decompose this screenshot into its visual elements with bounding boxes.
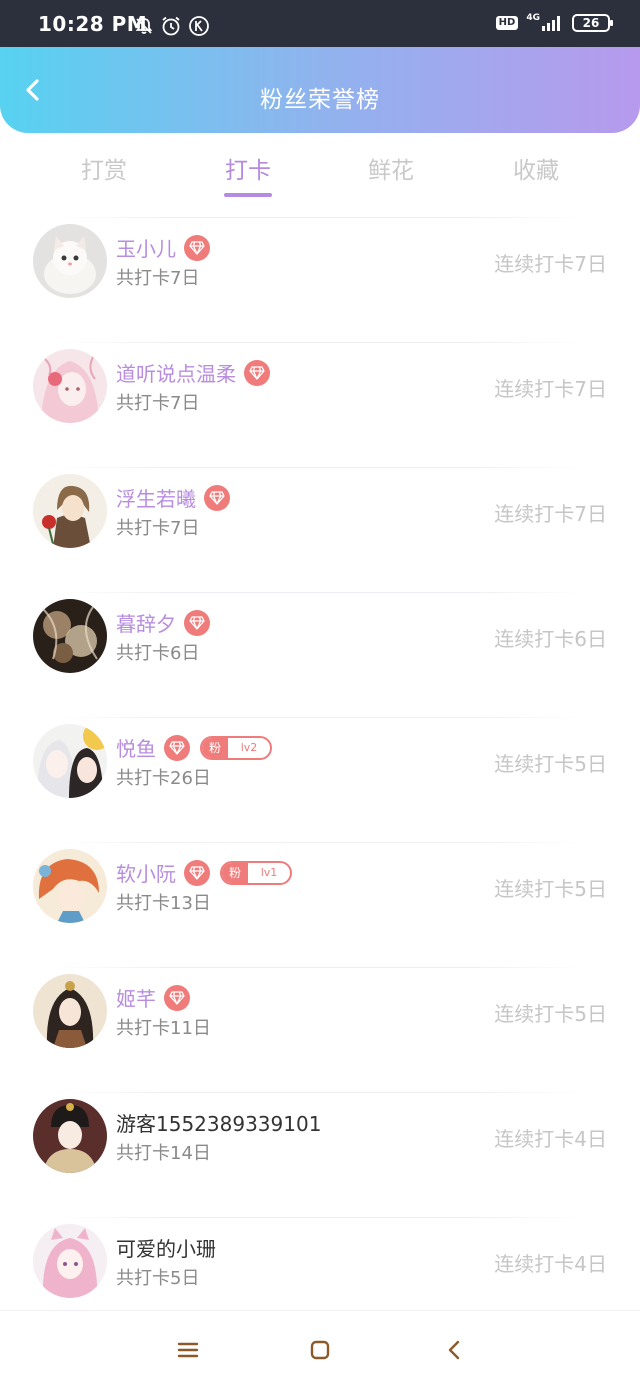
tab-bar: 打赏 打卡 鲜花 收藏	[0, 133, 640, 203]
diamond-icon	[164, 984, 190, 1011]
name-row: 悦鱼 粉 lv2	[116, 733, 272, 762]
streak-checkin: 连续打卡7日	[494, 502, 607, 526]
user-name: 悦鱼	[116, 737, 156, 761]
tab-reward[interactable]: 打赏	[44, 151, 164, 185]
tab-flowers[interactable]: 鲜花	[331, 151, 451, 185]
tab-checkin[interactable]: 打卡	[188, 151, 308, 185]
divider	[60, 467, 580, 468]
user-name: 姬芊	[116, 987, 156, 1011]
total-checkin: 共打卡13日	[116, 893, 211, 914]
total-checkin: 共打卡14日	[116, 1143, 211, 1164]
bell-off-icon	[135, 18, 153, 34]
total-checkin: 共打卡11日	[116, 1018, 211, 1039]
streak-checkin: 连续打卡5日	[494, 877, 607, 901]
total-checkin: 共打卡26日	[116, 768, 211, 789]
streak-checkin: 连续打卡4日	[494, 1127, 607, 1151]
battery-icon: 26	[572, 14, 613, 32]
streak-checkin: 连续打卡7日	[494, 377, 607, 401]
diamond-icon	[244, 359, 270, 386]
system-nav-bar	[0, 1310, 640, 1387]
name-row: 暮辞夕	[116, 608, 210, 637]
avatar[interactable]	[33, 724, 107, 798]
diamond-icon	[204, 484, 230, 511]
fan-badge-level: lv1	[260, 865, 278, 879]
total-checkin: 共打卡7日	[116, 518, 200, 539]
status-time: 10:28 PM	[38, 12, 148, 36]
streak-checkin: 连续打卡4日	[494, 1252, 607, 1276]
avatar[interactable]	[33, 349, 107, 423]
divider	[60, 217, 580, 218]
streak-checkin: 连续打卡6日	[494, 627, 607, 651]
avatar[interactable]	[33, 1099, 107, 1173]
fan-level-badge: 粉 lv1	[220, 860, 292, 885]
list-item[interactable]: 暮辞夕 共打卡6日 连续打卡6日	[0, 592, 640, 717]
status-left-icons	[134, 15, 210, 37]
name-row: 浮生若曦	[116, 483, 230, 512]
fan-level-badge: 粉 lv2	[200, 735, 272, 760]
tab-favorites[interactable]: 收藏	[476, 151, 596, 185]
list-item[interactable]: 姬芊 共打卡11日 连续打卡5日	[0, 967, 640, 1092]
name-row: 玉小儿	[116, 233, 210, 262]
streak-checkin: 连续打卡5日	[494, 1002, 607, 1026]
divider	[60, 842, 580, 843]
total-checkin: 共打卡7日	[116, 268, 200, 289]
diamond-icon	[164, 734, 190, 761]
fan-list: 玉小儿 共打卡7日 连续打卡7日 道听说点温柔 共打卡7日 连续打卡7日 浮生若…	[0, 217, 640, 1342]
divider	[60, 592, 580, 593]
list-item[interactable]: 玉小儿 共打卡7日 连续打卡7日	[0, 217, 640, 342]
total-checkin: 共打卡6日	[116, 643, 200, 664]
list-item[interactable]: 软小阮 粉 lv1 共打卡13日 连续打卡5日	[0, 842, 640, 967]
avatar[interactable]	[33, 849, 107, 923]
divider	[60, 1092, 580, 1093]
avatar[interactable]	[33, 1224, 107, 1298]
name-row: 道听说点温柔	[116, 358, 270, 387]
user-name: 浮生若曦	[116, 487, 196, 511]
user-name: 可爱的小珊	[116, 1237, 216, 1261]
diamond-icon	[184, 609, 210, 636]
user-name: 暮辞夕	[116, 612, 176, 636]
fan-badge-prefix: 粉	[222, 862, 248, 883]
total-checkin: 共打卡5日	[116, 1268, 200, 1289]
tab-active-indicator	[224, 193, 272, 197]
menu-icon[interactable]	[173, 1335, 203, 1365]
avatar[interactable]	[33, 974, 107, 1048]
name-row: 软小阮 粉 lv1	[116, 858, 292, 887]
list-item[interactable]: 悦鱼 粉 lv2 共打卡26日 连续打卡5日	[0, 717, 640, 842]
avatar[interactable]	[33, 224, 107, 298]
fan-badge-prefix: 粉	[202, 737, 228, 758]
list-item[interactable]: 浮生若曦 共打卡7日 连续打卡7日	[0, 467, 640, 592]
home-square-icon[interactable]	[305, 1335, 335, 1365]
user-name: 玉小儿	[116, 237, 176, 261]
total-checkin: 共打卡7日	[116, 393, 200, 414]
divider	[60, 1217, 580, 1218]
network-label: 4G	[526, 13, 540, 23]
name-row: 姬芊	[116, 983, 190, 1012]
avatar[interactable]	[33, 474, 107, 548]
avatar[interactable]	[33, 599, 107, 673]
signal-icon	[542, 16, 560, 31]
name-row: 游客1552389339101	[116, 1108, 321, 1137]
streak-checkin: 连续打卡5日	[494, 752, 607, 776]
fan-badge-level: lv2	[240, 740, 258, 754]
divider	[60, 717, 580, 718]
divider	[60, 967, 580, 968]
back-chevron-icon[interactable]	[440, 1335, 470, 1365]
divider	[60, 342, 580, 343]
status-right-icons: HD 4G 26	[495, 13, 613, 32]
page-title: 粉丝荣誉榜	[260, 87, 380, 113]
streak-checkin: 连续打卡7日	[494, 252, 607, 276]
list-item[interactable]: 道听说点温柔 共打卡7日 连续打卡7日	[0, 342, 640, 467]
alarm-icon	[162, 16, 180, 36]
list-item[interactable]: 游客1552389339101 共打卡14日 连续打卡4日	[0, 1092, 640, 1217]
k-app-icon	[189, 16, 209, 36]
user-name: 软小阮	[116, 862, 176, 886]
diamond-icon	[184, 234, 210, 261]
diamond-icon	[184, 859, 210, 886]
app-header: 粉丝荣誉榜	[0, 47, 640, 133]
user-name: 游客1552389339101	[116, 1112, 322, 1136]
user-name: 道听说点温柔	[116, 362, 236, 386]
name-row: 可爱的小珊	[116, 1233, 216, 1262]
status-bar: 10:28 PM HD 4G 26	[0, 0, 640, 47]
hd-badge: HD	[495, 16, 519, 30]
